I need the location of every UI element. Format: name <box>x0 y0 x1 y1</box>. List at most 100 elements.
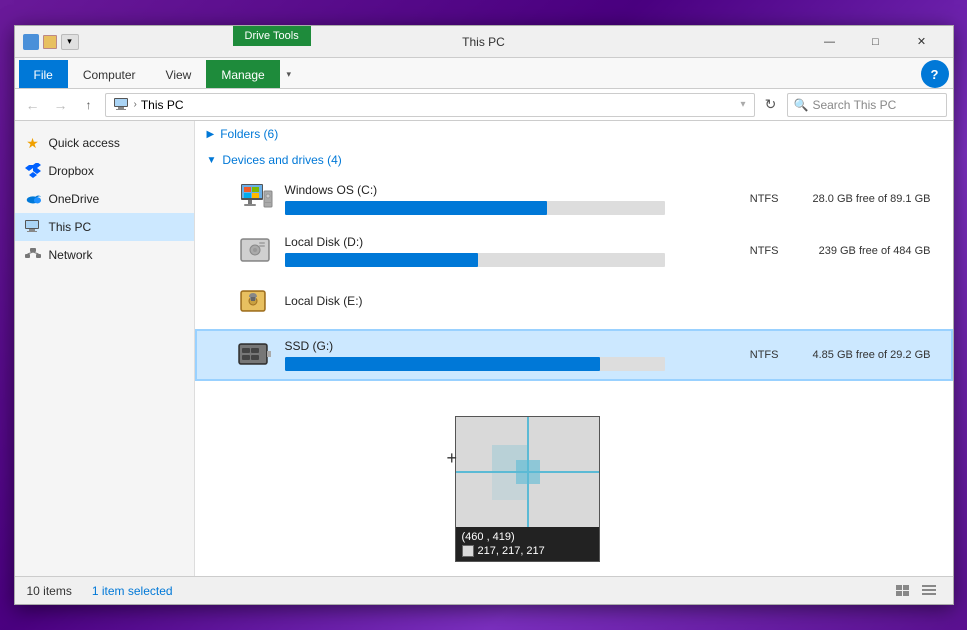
maximize-button[interactable]: □ <box>853 26 899 58</box>
sidebar-item-quick-access[interactable]: ★ Quick access <box>15 129 194 157</box>
save-icon <box>43 35 57 49</box>
devices-label: Devices and drives (4) <box>222 153 341 167</box>
status-bar: 10 items 1 item selected <box>15 576 953 604</box>
path-pc-icon <box>114 98 130 112</box>
drive-bar-fill-c <box>285 201 547 215</box>
drive-icon-d <box>237 233 273 269</box>
close-button[interactable]: ✕ <box>899 26 945 58</box>
preview-coords: (460 , 419) <box>462 531 593 543</box>
drive-fs-c: NTFS <box>719 193 779 205</box>
drive-bar-fill-g <box>285 357 600 371</box>
items-count: 10 items <box>27 584 72 598</box>
drive-space-c: 28.0 GB free of 89.1 GB <box>791 193 931 205</box>
this-pc-icon <box>25 219 41 235</box>
quad-tl <box>492 445 528 473</box>
sidebar: ★ Quick access Dropbox <box>15 121 195 576</box>
quick-access-dropdown[interactable]: ▾ <box>61 34 79 50</box>
drive-name-c: Windows OS (C:) <box>285 183 707 197</box>
preview-canvas <box>456 417 600 527</box>
selected-count: 1 item selected <box>92 584 173 598</box>
drive-fs-g: NTFS <box>719 349 779 361</box>
drive-info-g: SSD (G:) <box>285 339 707 371</box>
sidebar-label-dropbox: Dropbox <box>49 164 94 178</box>
up-button[interactable]: ↑ <box>77 93 101 117</box>
help-button[interactable]: ? <box>921 60 949 88</box>
drive-bar-g <box>285 357 665 371</box>
drive-icon-e <box>237 285 273 321</box>
devices-section-header[interactable]: ▼ Devices and drives (4) <box>195 147 953 173</box>
view-list-button[interactable] <box>891 581 915 601</box>
sidebar-item-this-pc[interactable]: This PC <box>15 213 194 241</box>
window-controls: — □ ✕ <box>807 26 945 58</box>
preview-info: (460 , 419) 217, 217, 217 <box>456 527 599 561</box>
drive-name-d: Local Disk (D:) <box>285 235 707 249</box>
refresh-button[interactable]: ↻ <box>759 93 783 117</box>
rgb-swatch <box>462 545 474 557</box>
search-placeholder: Search This PC <box>812 98 896 112</box>
folders-label: Folders (6) <box>220 127 278 141</box>
ribbon: File Computer View Manage ▾ ? <box>15 58 953 89</box>
sidebar-label-quick-access: Quick access <box>49 136 120 150</box>
preview-rgb-row: 217, 217, 217 <box>462 545 593 557</box>
drive-fs-d: NTFS <box>719 245 779 257</box>
drive-item-d[interactable]: Local Disk (D:) NTFS 239 GB free of 484 … <box>195 225 953 277</box>
drive-tools-tab[interactable]: Drive Tools <box>233 26 311 46</box>
drive-icon-c <box>237 181 273 217</box>
tab-computer[interactable]: Computer <box>68 60 151 88</box>
path-dropdown-arrow[interactable]: ▾ <box>740 99 745 110</box>
drive-item-e[interactable]: Local Disk (E:) <box>195 277 953 329</box>
drive-info-c: Windows OS (C:) <box>285 183 707 215</box>
sidebar-item-dropbox[interactable]: Dropbox <box>15 157 194 185</box>
dropbox-icon <box>25 163 41 179</box>
sidebar-label-this-pc: This PC <box>49 220 92 234</box>
view-buttons <box>891 581 941 601</box>
drive-bar-fill-d <box>285 253 479 267</box>
drive-item-g[interactable]: SSD (G:) NTFS 4.85 GB free of 29.2 GB <box>195 329 953 381</box>
tab-view[interactable]: View <box>151 60 207 88</box>
ribbon-dropdown-arrow[interactable]: ▾ <box>280 60 298 88</box>
cursor-plus-icon: + <box>447 448 458 469</box>
view-detail-button[interactable] <box>917 581 941 601</box>
folders-section-header[interactable]: ▶ Folders (6) <box>195 121 953 147</box>
sidebar-item-onedrive[interactable]: OneDrive <box>15 185 194 213</box>
path-label: This PC <box>141 98 184 112</box>
window-title: This PC <box>462 35 505 49</box>
folders-chevron: ▶ <box>207 129 215 140</box>
search-box[interactable]: 🔍 Search This PC <box>787 93 947 117</box>
drive-tools-label: Drive Tools <box>245 30 299 42</box>
window-icon <box>23 34 39 50</box>
drive-icon-g <box>237 337 273 373</box>
title-bar-left: ▾ <box>23 34 79 50</box>
address-path-box[interactable]: › This PC ▾ <box>105 93 755 117</box>
quad-bl <box>492 472 528 500</box>
main-panel: ▶ Folders (6) ▼ Devices and drives (4) <box>195 121 953 576</box>
search-icon: 🔍 <box>794 98 809 112</box>
tab-file[interactable]: File <box>19 60 68 88</box>
drive-space-g: 4.85 GB free of 29.2 GB <box>791 349 931 361</box>
drive-bar-d <box>285 253 665 267</box>
devices-chevron: ▼ <box>207 155 217 166</box>
title-bar: ▾ Drive Tools This PC — □ ✕ <box>15 26 953 58</box>
sidebar-label-network: Network <box>49 248 93 262</box>
back-button[interactable]: ← <box>21 93 45 117</box>
network-icon <box>25 247 41 263</box>
preview-popup: (460 , 419) 217, 217, 217 <box>455 416 600 562</box>
quick-access-icon: ★ <box>25 135 41 151</box>
drive-name-e: Local Disk (E:) <box>285 294 707 308</box>
address-bar: ← → ↑ › This PC ▾ ↻ 🔍 Search This PC <box>15 89 953 121</box>
drive-space-d: 239 GB free of 484 GB <box>791 245 931 257</box>
drive-info-e: Local Disk (E:) <box>285 294 707 312</box>
drive-item-c[interactable]: Windows OS (C:) NTFS 28.0 GB free of 89.… <box>195 173 953 225</box>
content-area: ★ Quick access Dropbox <box>15 121 953 576</box>
sidebar-label-onedrive: OneDrive <box>49 192 100 206</box>
ribbon-tabs: File Computer View Manage ▾ ? <box>15 58 953 88</box>
file-explorer-window: ▾ Drive Tools This PC — □ ✕ File Compute… <box>14 25 954 605</box>
drive-info-d: Local Disk (D:) <box>285 235 707 267</box>
sidebar-item-network[interactable]: Network <box>15 241 194 269</box>
onedrive-icon <box>25 191 41 207</box>
minimize-button[interactable]: — <box>807 26 853 58</box>
preview-rgb-text: 217, 217, 217 <box>478 545 545 557</box>
forward-button[interactable]: → <box>49 93 73 117</box>
tab-manage[interactable]: Manage <box>206 60 279 88</box>
drive-name-g: SSD (G:) <box>285 339 707 353</box>
